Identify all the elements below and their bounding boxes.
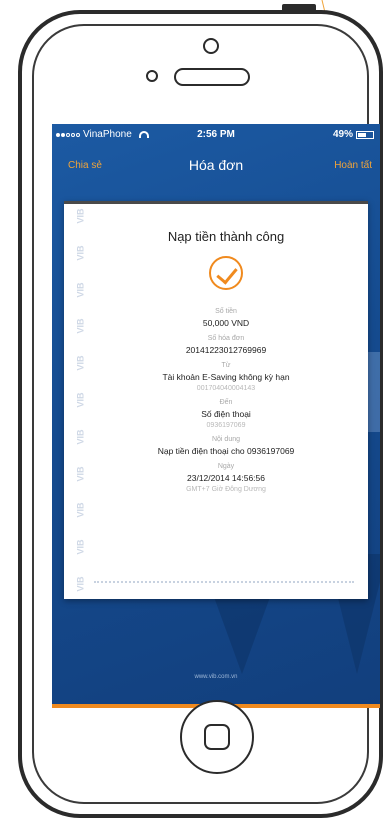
battery-percent: 49% <box>332 129 353 140</box>
battery-icon <box>356 130 374 139</box>
watermark-logo: VIB <box>75 576 86 592</box>
invoice-value: 20141223012769969 <box>185 345 267 355</box>
watermark-logo: VIB <box>75 208 86 224</box>
from-account: Tài khoản E-Saving không kỳ hạn <box>162 372 290 382</box>
nav-bar: Chia sẻ Hóa đơn Hoàn tất <box>52 146 380 186</box>
sensor-icon <box>146 70 158 82</box>
watermark-logo: VIB <box>75 282 86 298</box>
watermark-logo: VIB <box>75 466 86 482</box>
date-label: Ngày <box>217 463 235 470</box>
content-value: Nạp tiền điện thoại cho 0936197069 <box>157 446 295 456</box>
to-phone-number: 0936197069 <box>206 422 246 429</box>
speaker-grille <box>174 68 250 86</box>
receipt-card: VIB VIB VIB VIB VIB VIB VIB VIB VIB VIB … <box>64 201 368 599</box>
content-label: Nội dung <box>211 436 241 443</box>
home-button[interactable] <box>180 700 254 774</box>
done-button[interactable]: Hoàn tất <box>334 160 372 171</box>
watermark-logo: VIB <box>75 318 86 334</box>
status-bar: VinaPhone 2:56 PM 49% <box>52 124 380 146</box>
to-type: Số điện thoại <box>201 409 251 419</box>
from-label: Từ <box>221 362 231 369</box>
watermark-logo: VIB <box>75 355 86 371</box>
success-check-icon <box>209 256 243 290</box>
amount-label: Số tiền <box>215 308 237 315</box>
watermark-logo: VIB <box>75 502 86 518</box>
receipt-content: Nạp tiền thành công Số tiền 50,000 VND S… <box>94 229 358 493</box>
status-time: 2:56 PM <box>197 129 235 140</box>
page-title: Hóa đơn <box>188 157 244 173</box>
status-right: 49% <box>333 129 374 140</box>
phone-screen: VinaPhone 2:56 PM 49% Chia sẻ Hóa đơn Ho… <box>52 124 380 708</box>
watermark-logo: VIB <box>75 429 86 445</box>
success-title: Nạp tiền thành công <box>167 229 285 244</box>
to-label: Đến <box>219 399 233 406</box>
footer-url: www.vib.com.vn <box>194 674 238 680</box>
stage: VinaPhone 2:56 PM 49% Chia sẻ Hóa đơn Ho… <box>0 0 390 822</box>
watermark-logo: VIB <box>75 539 86 555</box>
from-account-number: 001704040004143 <box>196 385 256 392</box>
home-square-icon <box>204 724 230 750</box>
watermark-logo: VIB <box>75 392 86 408</box>
timezone-value: GMT+7 Giờ Đông Dương <box>186 486 266 493</box>
front-camera-icon <box>203 38 219 54</box>
watermark-logo: VIB <box>75 245 86 261</box>
date-value: 23/12/2014 14:56:56 <box>187 473 265 483</box>
invoice-label: Số hóa đơn <box>207 335 245 342</box>
receipt-dotted-border <box>94 581 354 583</box>
amount-value: 50,000 VND <box>202 318 250 328</box>
receipt-top-edge <box>64 201 368 204</box>
watermark-column: VIB VIB VIB VIB VIB VIB VIB VIB VIB VIB … <box>72 208 90 592</box>
